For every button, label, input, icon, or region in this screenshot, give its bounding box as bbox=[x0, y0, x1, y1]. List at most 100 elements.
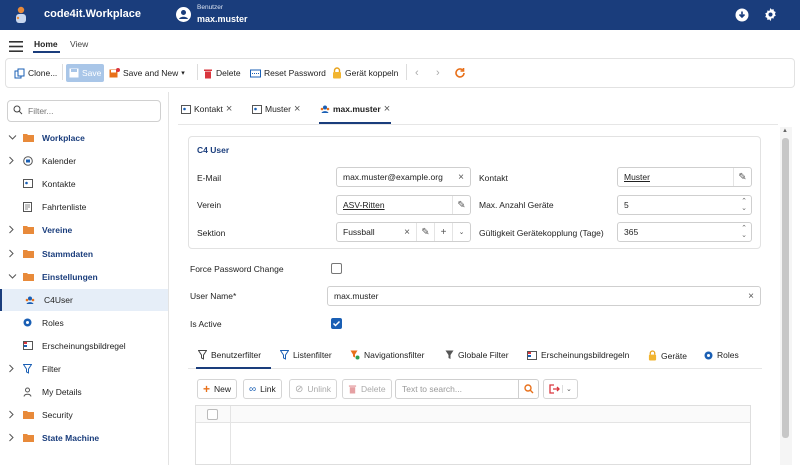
edit-pencil-icon[interactable]: ✎ bbox=[416, 223, 434, 241]
link-button[interactable]: ∞ Link bbox=[243, 379, 282, 399]
lock-icon bbox=[648, 350, 657, 361]
geraet-koppeln-button[interactable]: Gerät koppeln bbox=[332, 64, 398, 82]
chevron-down-icon[interactable] bbox=[8, 133, 17, 143]
refresh-icon[interactable] bbox=[454, 64, 466, 82]
save-button[interactable]: Save bbox=[66, 64, 105, 82]
sidebar-item-roles[interactable]: Roles bbox=[0, 312, 168, 334]
clear-icon[interactable]: × bbox=[742, 287, 760, 305]
new-label: New bbox=[214, 384, 232, 394]
delete-label: Delete bbox=[216, 68, 241, 78]
export-icon bbox=[549, 384, 560, 394]
grid-search-button[interactable] bbox=[518, 379, 539, 399]
max-geraete-spinner[interactable]: 5 ⌃ ⌄ bbox=[617, 195, 752, 215]
reset-password-icon bbox=[250, 69, 261, 77]
sidebar-item-label: Stammdaten bbox=[42, 248, 94, 259]
document-tab-kontakt[interactable]: Kontakt × bbox=[181, 103, 232, 115]
email-field[interactable]: max.muster@example.org × bbox=[336, 167, 471, 187]
unlink-button[interactable]: ⊘ Unlink bbox=[289, 379, 338, 399]
reset-password-button[interactable]: Reset Password bbox=[250, 64, 326, 82]
back-arrow-icon[interactable]: ‹ bbox=[415, 64, 419, 82]
chevron-right-icon[interactable] bbox=[8, 364, 15, 375]
subtab-listenfilter[interactable]: Listenfilter bbox=[280, 350, 332, 360]
sidebar-item-erscheinungsbildregel[interactable]: Erscheinungsbildregel bbox=[0, 335, 168, 357]
grid-delete-button[interactable]: Delete bbox=[342, 379, 392, 399]
menu-icon[interactable] bbox=[9, 41, 23, 52]
sidebar-item-stammdaten[interactable]: Stammdaten bbox=[0, 243, 168, 265]
sektion-value: Fussball bbox=[343, 227, 375, 237]
document-tab-label: Muster bbox=[265, 104, 291, 114]
user-avatar-icon[interactable] bbox=[176, 7, 191, 22]
sidebar-item-kalender[interactable]: Kalender bbox=[0, 150, 168, 172]
edit-pencil-icon[interactable]: ✎ bbox=[733, 168, 751, 186]
verein-value[interactable]: ASV-Ritten bbox=[343, 200, 452, 210]
subtab-label: Benutzerfilter bbox=[211, 350, 262, 360]
sidebar-item-label: Kontakte bbox=[42, 179, 76, 190]
subtab-globale-filter[interactable]: Globale Filter bbox=[445, 350, 509, 360]
chevron-down-icon[interactable] bbox=[8, 272, 17, 282]
add-plus-icon[interactable]: + bbox=[434, 223, 452, 241]
sidebar-item-c4user[interactable]: C4User bbox=[0, 288, 168, 311]
sidebar-item-security[interactable]: Security bbox=[0, 404, 168, 426]
chevron-right-icon[interactable] bbox=[8, 410, 15, 421]
gear-icon[interactable] bbox=[763, 7, 778, 22]
ribbon-tab-home[interactable]: Home bbox=[34, 39, 58, 49]
download-icon[interactable] bbox=[735, 8, 749, 22]
tabs-divider bbox=[178, 124, 778, 125]
chevron-right-icon[interactable] bbox=[8, 433, 15, 444]
new-button[interactable]: + New bbox=[197, 379, 238, 399]
clone-button[interactable]: Clone... bbox=[14, 64, 57, 82]
chevron-right-icon[interactable] bbox=[8, 249, 15, 260]
sidebar-item-label: Einstellungen bbox=[42, 271, 98, 282]
spin-arrows-icon[interactable]: ⌃ ⌄ bbox=[737, 198, 751, 212]
chevron-right-icon[interactable] bbox=[8, 225, 15, 236]
subtab-label: Listenfilter bbox=[293, 350, 332, 360]
sektion-lookup-field[interactable]: Fussball × ✎ + ⌄ bbox=[336, 222, 471, 242]
username-field[interactable]: max.muster × bbox=[327, 286, 761, 306]
gueltigkeit-spinner[interactable]: 365 ⌃ ⌄ bbox=[617, 222, 752, 242]
force-password-change-checkbox[interactable] bbox=[331, 263, 342, 274]
edit-pencil-icon[interactable]: ✎ bbox=[452, 196, 470, 214]
sidebar-item-workplace[interactable]: Workplace bbox=[0, 127, 168, 149]
chevron-down-icon[interactable]: ⌄ bbox=[452, 223, 470, 241]
geraet-koppeln-label: Gerät koppeln bbox=[345, 68, 399, 78]
forward-arrow-icon[interactable]: › bbox=[436, 64, 440, 82]
export-button[interactable]: ⌄ bbox=[543, 379, 578, 399]
subtab-label: Erscheinungsbildregeln bbox=[541, 350, 630, 360]
spin-arrows-icon[interactable]: ⌃ ⌄ bbox=[737, 225, 751, 239]
sidebar-item-state-machine[interactable]: State Machine bbox=[0, 427, 168, 449]
chevron-right-icon[interactable] bbox=[8, 156, 15, 167]
subtab-navigationsfilter[interactable]: Navigationsfilter bbox=[350, 350, 424, 360]
sidebar-item-fahrtenliste[interactable]: Fahrtenliste bbox=[0, 196, 168, 218]
grid-select-all-checkbox[interactable] bbox=[207, 409, 218, 420]
scrollbar-thumb[interactable] bbox=[782, 138, 789, 438]
document-tab-muster[interactable]: Muster × bbox=[252, 103, 300, 115]
close-icon[interactable]: × bbox=[384, 103, 390, 115]
kontakt-value[interactable]: Muster bbox=[624, 172, 733, 182]
document-tab-label: max.muster bbox=[333, 104, 381, 114]
sidebar-item-einstellungen[interactable]: Einstellungen bbox=[0, 266, 168, 288]
subtab-erscheinungsbildregeln[interactable]: Erscheinungsbildregeln bbox=[527, 350, 629, 360]
clear-icon[interactable]: × bbox=[452, 168, 470, 186]
subtab-geraete[interactable]: Geräte bbox=[648, 350, 687, 361]
kontakt-lookup-field[interactable]: Muster ✎ bbox=[617, 167, 752, 187]
save-and-new-button[interactable]: Save and New ▾ bbox=[109, 64, 185, 82]
delete-button[interactable]: Delete bbox=[203, 64, 241, 82]
ribbon-tab-view[interactable]: View bbox=[70, 39, 88, 49]
chevron-down-icon[interactable]: ▾ bbox=[181, 69, 185, 77]
sidebar-item-my-details[interactable]: My Details bbox=[0, 381, 168, 403]
close-icon[interactable]: × bbox=[294, 103, 300, 115]
scroll-up-icon[interactable]: ▲ bbox=[782, 128, 788, 134]
close-icon[interactable]: × bbox=[226, 103, 232, 115]
document-tab-max-muster[interactable]: max.muster × bbox=[320, 103, 390, 115]
current-user-name[interactable]: max.muster bbox=[197, 14, 248, 24]
is-active-checkbox[interactable] bbox=[331, 318, 342, 329]
sidebar-filter-input[interactable] bbox=[28, 101, 156, 121]
subtab-benutzerfilter[interactable]: Benutzerfilter bbox=[198, 350, 261, 360]
sidebar-item-kontakte[interactable]: Kontakte bbox=[0, 173, 168, 195]
sidebar-item-vereine[interactable]: Vereine bbox=[0, 219, 168, 241]
clear-icon[interactable]: × bbox=[398, 223, 416, 241]
grid-search-input[interactable]: Text to search... bbox=[395, 379, 519, 399]
subtab-roles[interactable]: Roles bbox=[704, 350, 739, 360]
sidebar-item-filter[interactable]: Filter bbox=[0, 358, 168, 380]
verein-lookup-field[interactable]: ASV-Ritten ✎ bbox=[336, 195, 471, 215]
